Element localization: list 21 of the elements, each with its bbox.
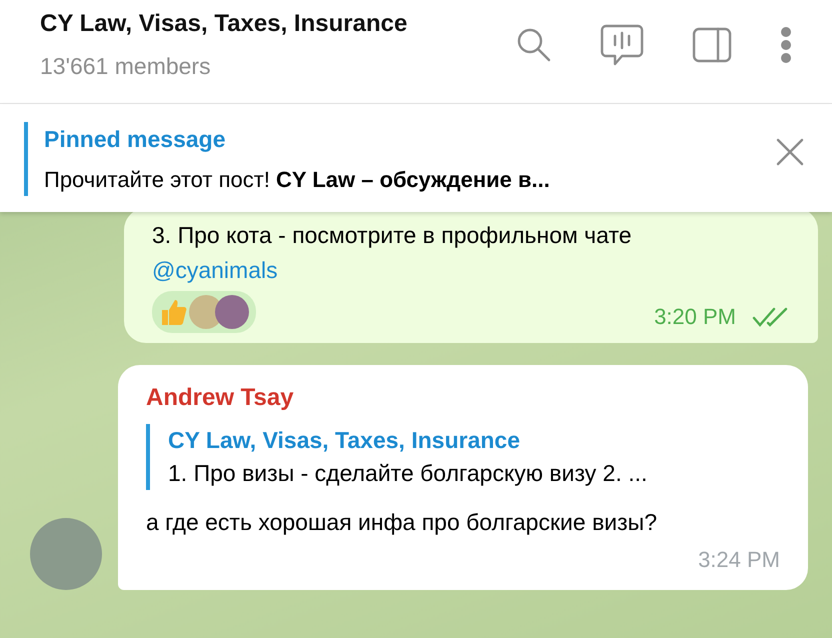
speech-bubble-icon[interactable] [600, 24, 644, 66]
reply-text: 1. Про визы - сделайте болгарскую визу 2. ... [168, 459, 648, 488]
close-button[interactable] [776, 138, 804, 166]
author-name[interactable]: Andrew Tsay [146, 381, 780, 416]
search-icon[interactable] [516, 26, 552, 62]
more-icon[interactable] [780, 26, 792, 64]
message-text: 3. Про кота - посмотрите в профильном чате [152, 221, 633, 250]
reply-quote[interactable]: CY Law, Visas, Taxes, Insurance 1. Про визы - сделайте болгарскую визу 2. ... [146, 424, 780, 490]
reactor-avatar [214, 294, 250, 330]
mention-link[interactable]: @cyanimals [152, 252, 278, 287]
chat-title: CY Law, Visas, Taxes, Insurance [40, 10, 408, 39]
pinned-label: Pinned message [44, 125, 227, 154]
sidebar-toggle-icon[interactable] [692, 26, 732, 62]
message-time: 3:24 PM [698, 546, 780, 574]
pinned-text: Прочитайте этот пост! CY Law – обсуждение в... [44, 166, 550, 194]
reaction-pill[interactable] [152, 291, 256, 333]
reply-title: CY Law, Visas, Taxes, Insurance [168, 426, 521, 455]
message-time: 3:20 PM [654, 303, 736, 331]
member-count: 13'661 members [40, 52, 212, 81]
pinned-bar[interactable]: Pinned message Прочитайте этот пост! CY Law – обсуждение в... [0, 104, 832, 212]
message-text: а где есть хорошая инфа про болгарские визы? [146, 508, 658, 538]
